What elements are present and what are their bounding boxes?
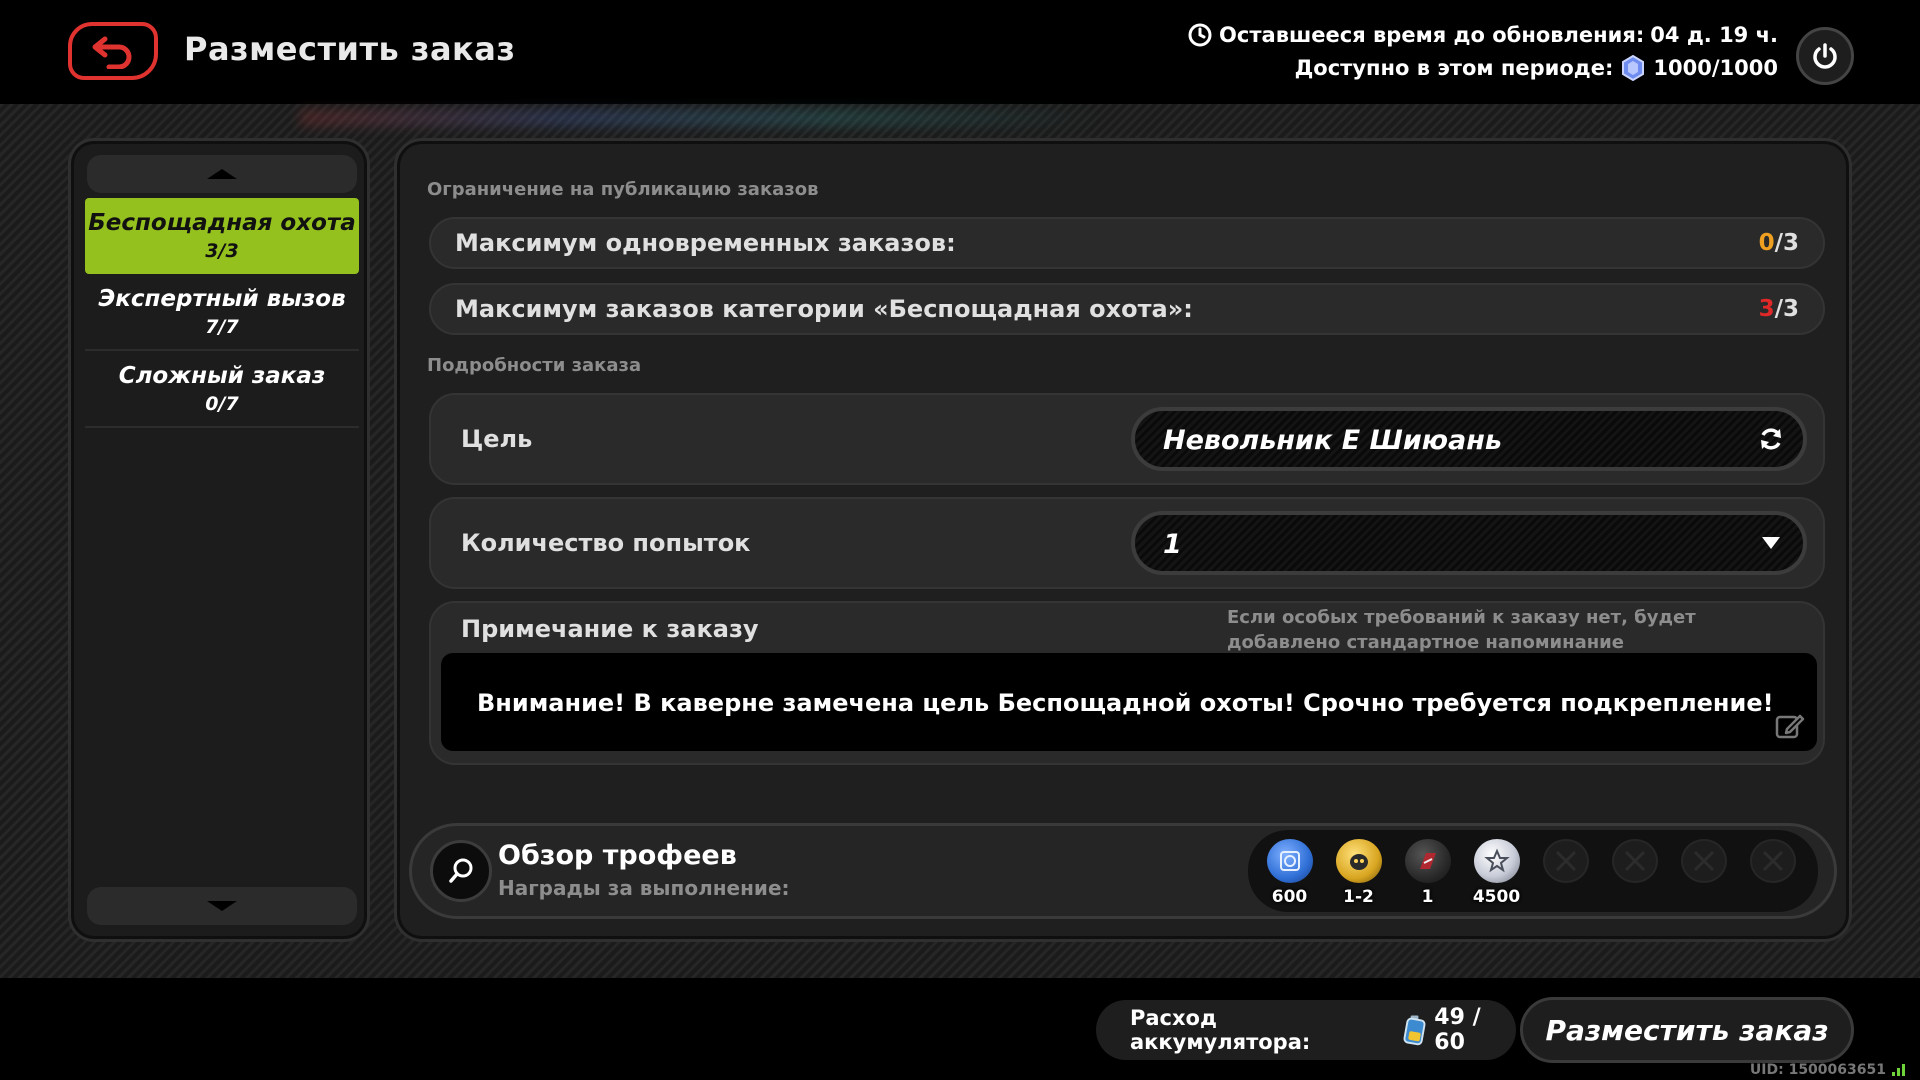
bottom-bar: Расход аккумулятора: 49 / 60 Разместить … xyxy=(0,978,1920,1080)
red-drive-icon xyxy=(1404,839,1451,883)
dropdown-arrow-icon xyxy=(1757,529,1785,557)
scroll-down-button[interactable] xyxy=(87,887,357,925)
gold-bangboo-icon xyxy=(1335,839,1382,883)
scroll-up-button[interactable] xyxy=(87,155,357,193)
trophy-title: Обзор трофеев xyxy=(498,840,737,871)
cost-value: 49 / 60 xyxy=(1434,1005,1481,1055)
crystal-icon xyxy=(1622,55,1645,81)
trophy-overview-bar: Обзор трофеев Награды за выполнение: 600… xyxy=(409,823,1837,919)
edit-icon[interactable] xyxy=(1773,709,1807,743)
clock-icon xyxy=(1188,23,1212,47)
limit-row-concurrent: Максимум одновременных заказов: 0/3 xyxy=(429,217,1825,269)
note-text-field[interactable]: Внимание! В каверне замечена цель Беспощ… xyxy=(441,653,1817,751)
empty-slot-icon xyxy=(1624,850,1645,872)
reward-item[interactable]: 600 xyxy=(1260,839,1319,907)
reward-item[interactable]: 1 xyxy=(1398,839,1457,907)
chevron-down-icon xyxy=(207,901,237,911)
limit-current: 0 xyxy=(1758,230,1775,256)
place-order-label: Разместить заказ xyxy=(1545,1013,1829,1047)
empty-slot-icon xyxy=(1762,850,1783,872)
category-name: Сложный заказ xyxy=(118,363,326,389)
uid-label: UID: 1500063651 xyxy=(1749,1062,1886,1078)
reward-qty: 4500 xyxy=(1472,887,1521,907)
attempts-value: 1 xyxy=(1163,529,1182,560)
empty-slot-icon xyxy=(1555,850,1576,872)
reward-qty: 600 xyxy=(1271,887,1308,907)
category-count: 7/7 xyxy=(205,316,239,338)
empty-reward-slot xyxy=(1605,839,1664,903)
blue-chip-icon xyxy=(1266,839,1313,883)
category-panel: Беспощадная охота 3/3 Экспертный вызов 7… xyxy=(68,138,370,942)
category-name: Экспертный вызов xyxy=(98,286,346,312)
limit-current: 3 xyxy=(1758,296,1775,322)
timer-label: Оставшееся время до обновления: xyxy=(1219,23,1645,47)
note-label: Примечание к заказу xyxy=(461,615,759,643)
exit-button[interactable] xyxy=(1796,27,1854,85)
target-row: Цель Невольник Е Шиюань xyxy=(429,393,1825,485)
category-item-ruthless-hunt[interactable]: Беспощадная охота 3/3 xyxy=(85,198,359,274)
timer-value: 04 д. 19 ч. xyxy=(1650,23,1778,47)
decorative-glow xyxy=(300,110,1100,126)
note-hint: Если особых требований к заказу нет, буд… xyxy=(1227,607,1696,653)
limit-max: /3 xyxy=(1774,230,1799,256)
place-order-button[interactable]: Разместить заказ xyxy=(1520,997,1854,1063)
battery-cost: Расход аккумулятора: 49 / 60 xyxy=(1096,1000,1516,1060)
empty-reward-slot xyxy=(1536,839,1595,903)
limit-row-category: Максимум заказов категории «Беспощадная … xyxy=(429,283,1825,335)
order-note-section: Примечание к заказу Если особых требован… xyxy=(429,601,1825,765)
chevron-up-icon xyxy=(207,169,237,179)
reward-list: 600 1-2 1 4500 xyxy=(1248,830,1818,912)
signal-icon xyxy=(1892,1064,1905,1076)
empty-reward-slot xyxy=(1743,839,1802,903)
period-label: Доступно в этом периоде: xyxy=(1294,56,1614,80)
limit-value: 3/3 xyxy=(1759,296,1799,322)
category-item-expert-challenge[interactable]: Экспертный вызов 7/7 xyxy=(85,275,359,351)
period-availability: Доступно в этом периоде: 1000/1000 xyxy=(1295,55,1778,81)
note-text: Внимание! В каверне замечена цель Беспощ… xyxy=(477,689,1774,717)
limit-label: Максимум одновременных заказов: xyxy=(455,229,956,257)
attempts-row: Количество попыток 1 xyxy=(429,497,1825,589)
empty-slot-icon xyxy=(1693,850,1714,872)
limit-max: /3 xyxy=(1774,296,1799,322)
reward-qty: 1 xyxy=(1421,887,1434,907)
cost-label: Расход аккумулятора: xyxy=(1130,1006,1311,1054)
reward-item[interactable]: 1-2 xyxy=(1329,839,1388,907)
category-name: Беспощадная охота xyxy=(88,210,356,236)
order-form-panel: Ограничение на публикацию заказов Максим… xyxy=(394,138,1852,942)
top-bar: Разместить заказ Оставшееся время до обн… xyxy=(0,0,1920,104)
limit-label: Максимум заказов категории «Беспощадная … xyxy=(455,295,1193,323)
limit-value: 0/3 xyxy=(1759,230,1799,256)
target-label: Цель xyxy=(461,425,533,453)
page-title: Разместить заказ xyxy=(184,30,516,68)
category-item-hard-order[interactable]: Сложный заказ 0/7 xyxy=(85,352,359,428)
battery-icon xyxy=(1403,1015,1426,1046)
target-select[interactable]: Невольник Е Шиюань xyxy=(1131,407,1807,471)
reward-qty: 1-2 xyxy=(1343,887,1374,907)
silver-coin-icon xyxy=(1473,839,1520,883)
details-section-label: Подробности заказа xyxy=(427,355,642,376)
magnifier-icon xyxy=(449,858,473,883)
category-count: 3/3 xyxy=(205,240,239,262)
limits-section-label: Ограничение на публикацию заказов xyxy=(427,179,819,200)
refresh-icon[interactable] xyxy=(1757,425,1785,453)
reward-item[interactable]: 4500 xyxy=(1467,839,1526,907)
attempts-label: Количество попыток xyxy=(461,529,751,557)
back-arrow-icon xyxy=(92,36,132,69)
category-count: 0/7 xyxy=(205,393,239,415)
power-icon xyxy=(1813,43,1837,69)
refresh-timer: Оставшееся время до обновления: 04 д. 19… xyxy=(1187,22,1778,48)
trophy-search-button[interactable] xyxy=(430,840,492,902)
target-value: Невольник Е Шиюань xyxy=(1163,425,1503,456)
empty-reward-slot xyxy=(1674,839,1733,903)
attempts-dropdown[interactable]: 1 xyxy=(1131,511,1807,575)
period-value: 1000/1000 xyxy=(1653,56,1778,80)
trophy-subtitle: Награды за выполнение: xyxy=(498,876,790,900)
back-button[interactable] xyxy=(68,22,158,80)
